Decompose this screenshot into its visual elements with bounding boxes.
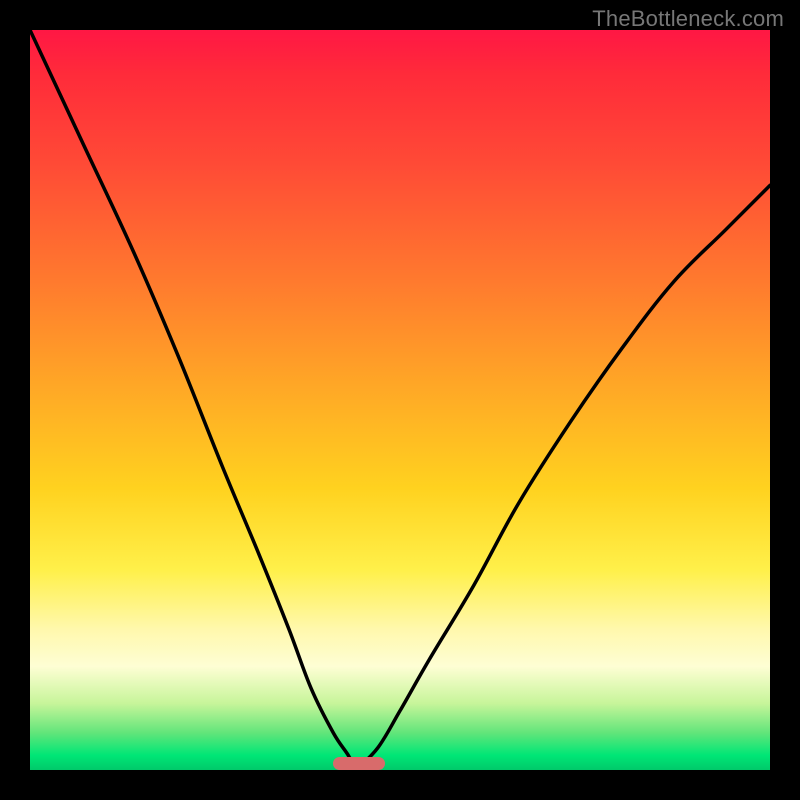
chart-container: TheBottleneck.com bbox=[0, 0, 800, 800]
left-curve-path bbox=[30, 30, 356, 770]
curve-layer bbox=[30, 30, 770, 770]
plot-area bbox=[30, 30, 770, 770]
watermark-text: TheBottleneck.com bbox=[592, 6, 784, 32]
bottleneck-marker bbox=[333, 757, 385, 770]
right-curve-path bbox=[356, 185, 770, 770]
